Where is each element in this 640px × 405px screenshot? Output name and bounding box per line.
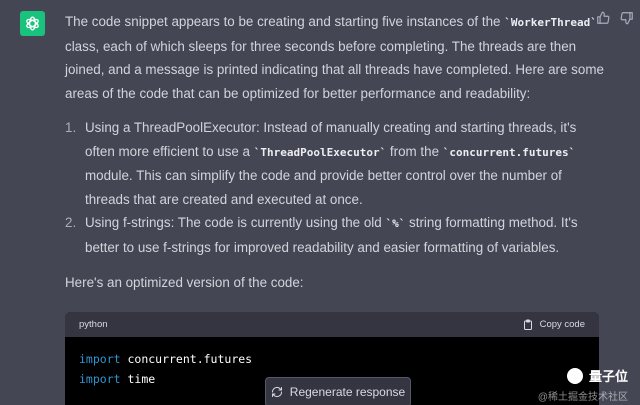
intro-text-2: class, each of which sleeps for three se…: [65, 38, 604, 101]
inline-code-threadpoolexecutor: `ThreadPoolExecutor`: [253, 145, 387, 159]
openai-logo-icon: [26, 16, 39, 31]
list-item-text: from the: [386, 143, 443, 159]
intro-text: The code snippet appears to be creating …: [65, 14, 505, 29]
code-keyword: import: [79, 372, 121, 386]
code-line: import concurrent.futures: [79, 349, 585, 369]
assistant-message: The code snippet appears to be creating …: [65, 10, 605, 295]
inline-code-concurrent-futures: `concurrent.futures`: [442, 145, 576, 159]
watermark-subtitle: @稀土掘金技术社区: [537, 392, 628, 403]
regenerate-label: Regenerate response: [289, 385, 406, 399]
code-block-header: python Copy code: [65, 312, 599, 337]
inline-code-workerthread: `WorkerThread`: [504, 16, 597, 29]
inline-code-percent: `%`: [385, 217, 406, 230]
list-number: 1.: [65, 120, 77, 135]
list-item-text: Using f-strings: The code is currently u…: [85, 215, 386, 230]
code-text: concurrent.futures: [120, 352, 253, 366]
code-language-label: python: [79, 319, 108, 330]
list-item: 2. Using f-strings: The code is currentl…: [65, 211, 605, 259]
code-text: time: [120, 372, 156, 386]
list-item-text: module. This can simplify the code and p…: [85, 168, 562, 207]
list-item: 1. Using a ThreadPoolExecutor: Instead o…: [65, 116, 605, 211]
thumbs-down-icon[interactable]: [620, 11, 634, 25]
clipboard-icon: [523, 319, 532, 330]
refresh-icon: [271, 386, 282, 398]
watermark-logo-icon: [566, 367, 583, 384]
intro-paragraph: The code snippet appears to be creating …: [65, 10, 605, 105]
assistant-avatar: [20, 11, 45, 36]
code-keyword: import: [79, 352, 121, 366]
watermark-title: 量子位: [588, 369, 628, 384]
outro-paragraph: Here's an optimized version of the code:: [65, 275, 304, 290]
copy-code-label: Copy code: [539, 319, 585, 330]
list-number: 2.: [65, 215, 77, 230]
suggestion-list: 1. Using a ThreadPoolExecutor: Instead o…: [65, 116, 605, 259]
copy-code-button[interactable]: Copy code: [522, 319, 585, 331]
chat-page: The code snippet appears to be creating …: [0, 0, 640, 405]
regenerate-response-button[interactable]: Regenerate response: [265, 377, 411, 405]
watermark: 量子位: [566, 366, 628, 385]
